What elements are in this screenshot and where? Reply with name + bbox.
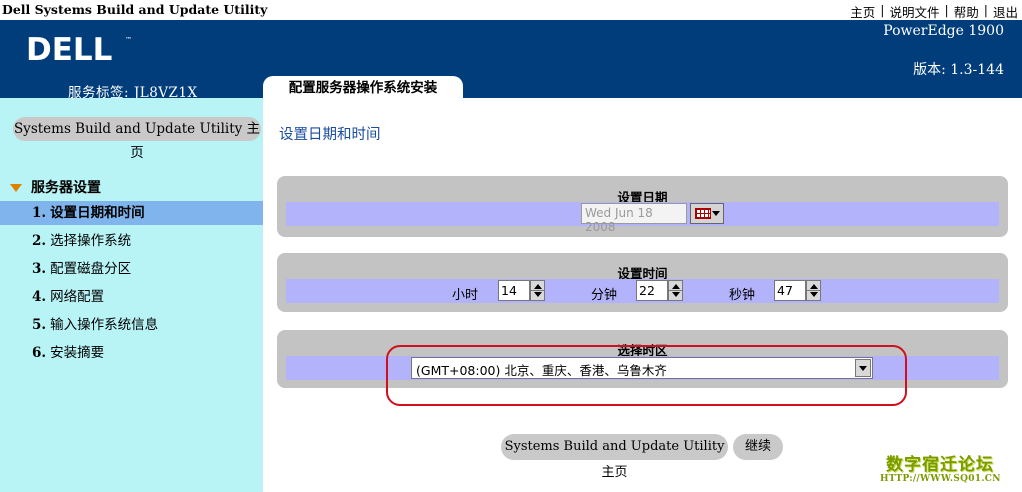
step-number: 4. <box>32 289 47 305</box>
step-number: 6. <box>32 345 47 361</box>
second-stepper[interactable] <box>806 280 821 301</box>
top-link-help[interactable]: 帮助 <box>954 2 979 21</box>
dell-logo: DELL ™ <box>26 32 132 64</box>
watermark-text: 数字宿迁论坛 <box>886 455 994 475</box>
sidebar-section-server-setup[interactable]: 服务器设置 <box>10 177 101 197</box>
minute-label: 分钟 <box>591 288 618 303</box>
calendar-button[interactable] <box>690 203 724 224</box>
model-name: PowerEdge 1900 <box>883 23 1004 39</box>
date-field[interactable]: Wed Jun 18 2008 <box>581 203 687 234</box>
page-title: 设置日期和时间 <box>279 127 381 143</box>
step-number: 3. <box>32 261 47 277</box>
top-links: 主页 | 说明文件 | 帮助 | 退出 <box>850 2 1018 21</box>
sidebar-step-1[interactable]: 1. 设置日期和时间 <box>0 201 263 225</box>
step-label: 配置磁盘分区 <box>50 261 132 277</box>
time-panel: 设置时间 小时 14 分钟 22 秒钟 47 <box>277 253 1008 312</box>
app-title: Dell Systems Build and Update Utility <box>2 2 268 17</box>
arrow-down-icon <box>810 292 818 297</box>
top-link-exit[interactable]: 退出 <box>993 2 1018 21</box>
sidebar-section-label: 服务器设置 <box>31 180 101 196</box>
minute-stepper[interactable] <box>668 280 683 301</box>
time-row: 小时 14 分钟 22 秒钟 47 <box>286 279 999 303</box>
triangle-down-icon <box>10 183 22 192</box>
version-label: 版本: 1.3-144 <box>913 62 1004 78</box>
sidebar-home-button[interactable]: Systems Build and Update Utility 主页 <box>13 117 261 161</box>
hour-stepper[interactable] <box>530 280 545 301</box>
chevron-down-icon <box>712 211 720 216</box>
sidebar-step-3[interactable]: 3. 配置磁盘分区 <box>0 257 263 281</box>
step-label: 选择操作系统 <box>50 233 132 249</box>
arrow-up-icon <box>534 284 542 289</box>
second-field[interactable]: 47 <box>774 280 806 301</box>
step-number: 5. <box>32 317 47 333</box>
step-label: 网络配置 <box>50 289 105 305</box>
step-number: 2. <box>32 233 47 249</box>
sidebar-step-4[interactable]: 4. 网络配置 <box>0 285 263 309</box>
arrow-up-icon <box>672 284 680 289</box>
divider: | <box>944 2 949 17</box>
minute-field[interactable]: 22 <box>636 280 668 301</box>
top-link-home[interactable]: 主页 <box>850 2 875 21</box>
date-row: Wed Jun 18 2008 <box>286 202 999 234</box>
sidebar-step-2[interactable]: 2. 选择操作系统 <box>0 229 263 253</box>
divider: | <box>983 2 988 17</box>
step-label: 设置日期和时间 <box>50 205 145 221</box>
watermark-url: HTTP://WWW.SQ01.CN <box>880 474 1001 484</box>
home-button[interactable]: Systems Build and Update Utility 主页 <box>501 434 728 480</box>
continue-button[interactable]: 继续 <box>733 434 783 460</box>
step-label: 输入操作系统信息 <box>50 317 159 333</box>
hour-label: 小时 <box>452 288 479 303</box>
title-bar: Dell Systems Build and Update Utility 主页… <box>0 0 1022 20</box>
hour-field[interactable]: 14 <box>498 280 530 301</box>
top-link-docs[interactable]: 说明文件 <box>890 2 940 21</box>
calendar-icon <box>695 208 711 219</box>
step-label: 安装摘要 <box>50 345 105 361</box>
arrow-down-icon <box>672 292 680 297</box>
step-number: 1. <box>32 205 47 221</box>
date-panel: 设置日期 Wed Jun 18 2008 <box>277 176 1008 237</box>
logo-text: DELL <box>26 32 112 64</box>
arrow-up-icon <box>810 284 818 289</box>
sidebar: Systems Build and Update Utility 主页 服务器设… <box>0 98 263 492</box>
tab-configure-os-install[interactable]: 配置服务器操作系统安装 <box>263 76 463 100</box>
svg-text:™: ™ <box>125 36 132 44</box>
second-label: 秒钟 <box>729 288 756 303</box>
highlight-annotation <box>386 345 907 406</box>
arrow-down-icon <box>534 292 542 297</box>
divider: | <box>880 2 885 17</box>
sidebar-step-6[interactable]: 6. 安装摘要 <box>0 341 263 365</box>
header: DELL ™ PowerEdge 1900 版本: 1.3-144 服务标签: … <box>0 20 1022 101</box>
sidebar-step-5[interactable]: 5. 输入操作系统信息 <box>0 313 263 337</box>
